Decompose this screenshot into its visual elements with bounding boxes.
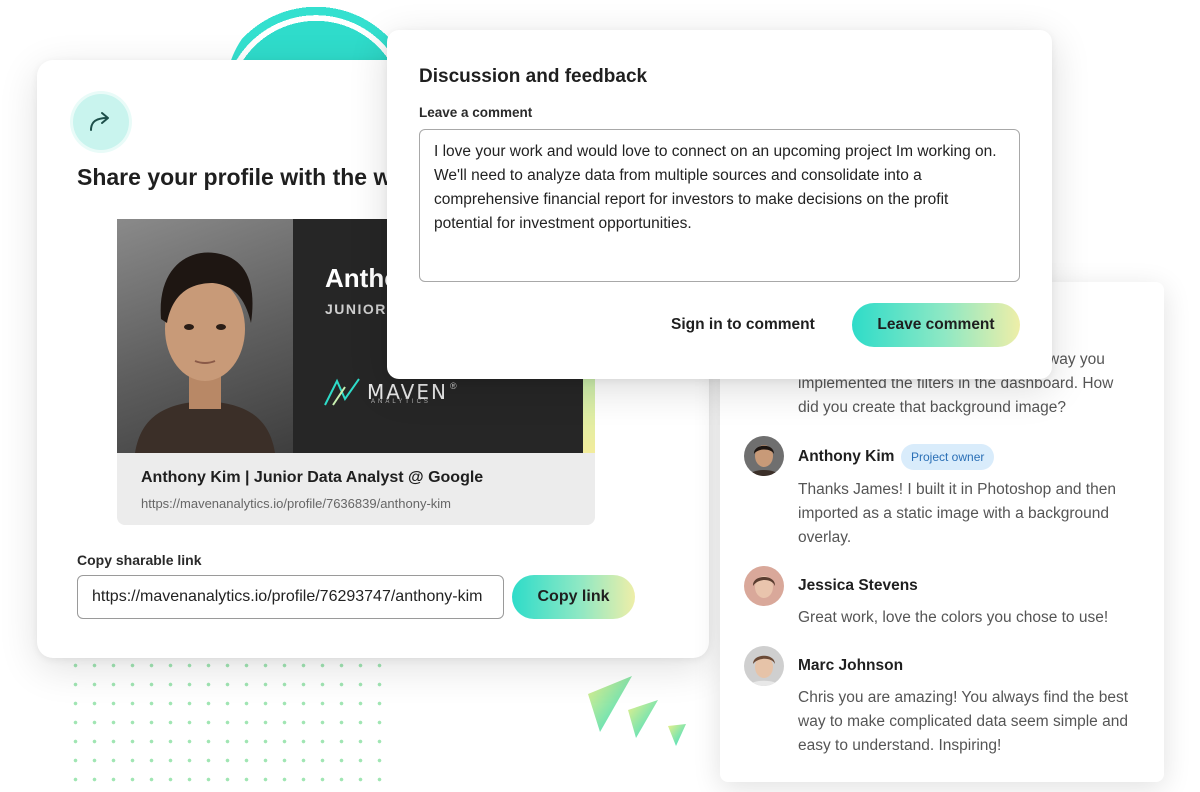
comment-author[interactable]: Marc Johnson xyxy=(798,657,903,675)
profile-preview-title: Anthony Kim | Junior Data Analyst @ Goog… xyxy=(141,469,484,486)
comment-field-label: Leave a comment xyxy=(419,105,533,120)
leave-comment-button[interactable]: Leave comment xyxy=(852,303,1020,347)
decorative-dot-grid xyxy=(66,656,396,786)
copy-link-label: Copy sharable link xyxy=(77,552,202,568)
comment-author[interactable]: Jessica Stevens xyxy=(798,577,918,595)
discussion-title: Discussion and feedback xyxy=(419,66,648,87)
maven-logo-icon xyxy=(324,378,360,406)
share-arrow-icon xyxy=(90,112,109,131)
comment-text: Thanks James! I built it in Photoshop an… xyxy=(798,481,1116,546)
portrait-illustration xyxy=(135,252,275,453)
profile-preview-url: https://mavenanalytics.io/profile/763683… xyxy=(141,496,452,511)
avatar[interactable] xyxy=(744,566,784,606)
comment-text: Great work, love the colors you chose to… xyxy=(798,609,1109,626)
accent-strip xyxy=(583,369,595,453)
share-link-field[interactable]: https://mavenanalytics.io/profile/762937… xyxy=(77,575,504,619)
comment-text-partial-line: did you create that background image? xyxy=(798,399,1066,416)
share-title: Share your profile with the world xyxy=(77,164,435,190)
comment-text: Chris you are amazing! You always find t… xyxy=(798,689,1128,754)
copy-link-button[interactable]: Copy link xyxy=(512,575,635,619)
comment-author[interactable]: Anthony Kim xyxy=(798,448,894,466)
profile-photo xyxy=(117,219,293,453)
decorative-triangles xyxy=(588,676,686,746)
share-icon-badge xyxy=(73,94,129,150)
sign-in-to-comment-link[interactable]: Sign in to comment xyxy=(671,316,815,334)
maven-logo-registered: ® xyxy=(449,381,457,391)
discussion-card: Discussion and feedback Leave a comment … xyxy=(387,30,1052,379)
avatar[interactable] xyxy=(744,646,784,686)
comment-textarea[interactable]: I love your work and would love to conne… xyxy=(419,129,1020,282)
maven-logo-sub: ANALYTICS xyxy=(371,399,431,405)
avatar[interactable] xyxy=(744,436,784,476)
project-owner-badge: Project owner xyxy=(901,444,995,470)
maven-logo: MAVEN ® ANALYTICS xyxy=(323,377,457,407)
